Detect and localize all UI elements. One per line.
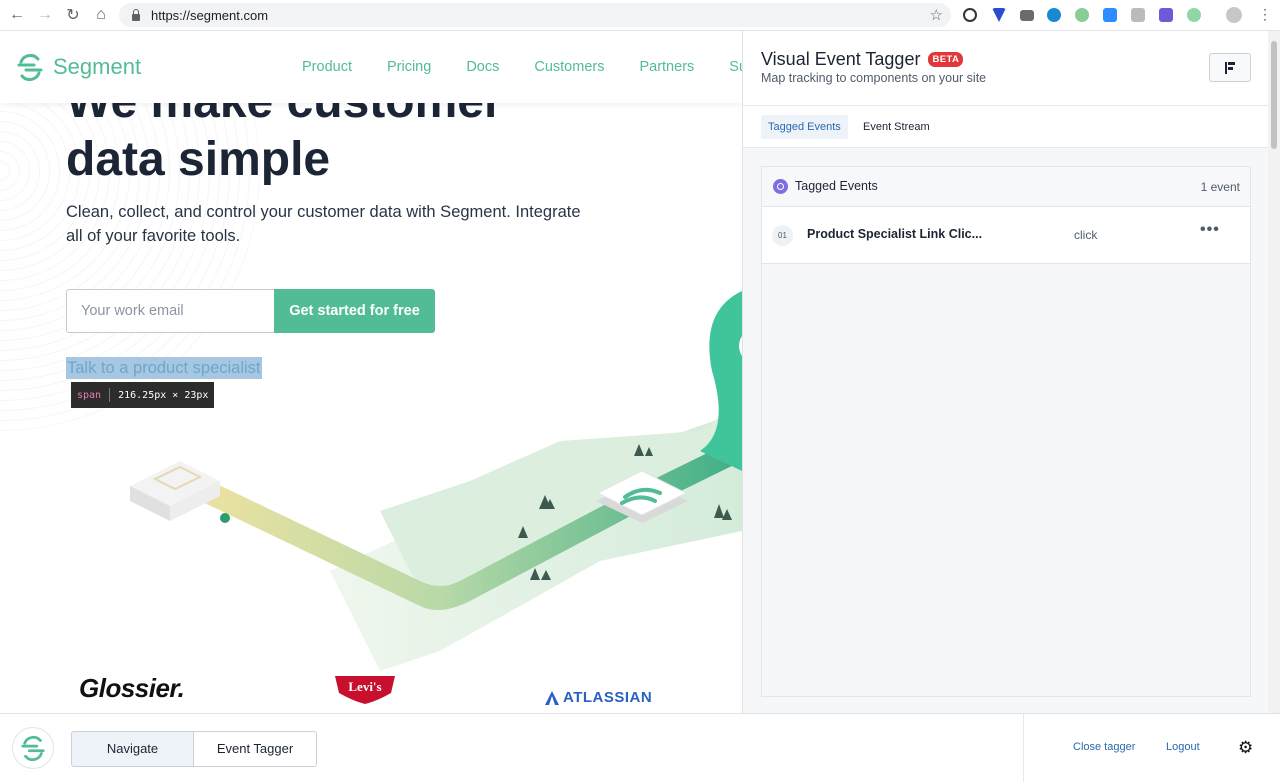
gear-icon[interactable]: ⚙ xyxy=(1238,738,1253,758)
nav-customers[interactable]: Customers xyxy=(534,59,604,75)
logout-link[interactable]: Logout xyxy=(1166,741,1200,753)
levis-logo: Levi's xyxy=(335,676,395,704)
nav-pricing[interactable]: Pricing xyxy=(387,59,431,75)
event-type: click xyxy=(1074,228,1098,242)
navigate-mode-button[interactable]: Navigate xyxy=(71,731,194,767)
tagged-events-card-header: Tagged Events 1 event xyxy=(762,167,1250,207)
target-icon xyxy=(773,179,788,194)
tagged-events-card: Tagged Events 1 event 01 Product Special… xyxy=(761,166,1251,697)
lock-icon xyxy=(131,9,141,21)
inspect-tooltip: span 216.25px × 23px xyxy=(71,382,215,408)
close-tagger-link[interactable]: Close tagger xyxy=(1073,741,1135,753)
email-input[interactable] xyxy=(66,289,274,333)
extension-grey-icon[interactable] xyxy=(1131,8,1145,22)
tagger-header: Visual Event Tagger BETA Map tracking to… xyxy=(743,31,1269,106)
scrollbar-thumb[interactable] xyxy=(1271,41,1277,149)
reload-icon[interactable]: ↻ xyxy=(59,1,87,29)
source-box xyxy=(130,461,220,521)
segment-logo-icon xyxy=(21,735,45,761)
hero-subtitle: Clean, collect, and control your custome… xyxy=(66,203,581,245)
segment-logo-icon xyxy=(17,54,43,81)
atlassian-mark-icon xyxy=(545,690,559,705)
site-nav: Product Pricing Docs Customers Partners … xyxy=(302,59,742,75)
extension-camera-icon[interactable] xyxy=(1020,10,1034,21)
bottom-divider xyxy=(1023,714,1024,782)
atlassian-logo: ATLASSIAN xyxy=(545,689,652,706)
panel-layout-toggle-button[interactable] xyxy=(1209,53,1251,82)
nav-support[interactable]: Su xyxy=(729,59,742,75)
segment-logo[interactable]: Segment xyxy=(16,53,141,81)
bookmark-star-icon[interactable]: ☆ xyxy=(930,6,943,24)
extension-info-icon[interactable] xyxy=(963,8,977,22)
event-number-badge: 01 xyxy=(772,225,793,246)
segment-bottom-logo[interactable] xyxy=(12,727,54,769)
back-icon[interactable]: ← xyxy=(3,1,31,29)
nav-product[interactable]: Product xyxy=(302,59,352,75)
event-count: 1 event xyxy=(1200,180,1240,194)
event-tagger-mode-button[interactable]: Event Tagger xyxy=(193,731,317,767)
extension-zoom-icon[interactable] xyxy=(1103,8,1117,22)
tagger-panel: Visual Event Tagger BETA Map tracking to… xyxy=(742,31,1269,713)
url-text: https://segment.com xyxy=(151,7,269,23)
tagger-tabs: Tagged Events Event Stream xyxy=(743,106,1269,148)
tab-event-stream[interactable]: Event Stream xyxy=(856,115,937,139)
nav-partners[interactable]: Partners xyxy=(639,59,694,75)
event-name: Product Specialist Link Clic... xyxy=(807,227,983,241)
website-viewport: Segment Product Pricing Docs Customers P… xyxy=(0,31,742,713)
layout-icon xyxy=(1225,62,1227,74)
more-options-icon[interactable]: ••• xyxy=(1200,221,1220,239)
beta-badge: BETA xyxy=(928,52,964,67)
browser-toolbar: ← → ↻ ⌂ https://segment.com ☆ ⋮ xyxy=(0,0,1280,31)
tagger-title: Visual Event Tagger BETA xyxy=(761,49,964,70)
home-icon[interactable]: ⌂ xyxy=(87,1,115,29)
profile-avatar[interactable] xyxy=(1226,7,1242,23)
segment-wordmark: Segment xyxy=(53,54,142,79)
event-row[interactable]: 01 Product Specialist Link Clic... click… xyxy=(762,207,1250,264)
forward-icon[interactable]: → xyxy=(31,1,59,29)
tooltip-size: 216.25px × 23px xyxy=(118,389,209,401)
get-started-button[interactable]: Get started for free xyxy=(274,289,435,333)
card-title: Tagged Events xyxy=(795,179,878,193)
address-bar[interactable]: https://segment.com ☆ xyxy=(119,3,951,27)
site-header: Segment Product Pricing Docs Customers P… xyxy=(0,31,742,103)
extension-circle-icon[interactable] xyxy=(1047,8,1061,22)
extension-segment-icon[interactable] xyxy=(1187,8,1201,22)
tagger-subtitle: Map tracking to components on your site xyxy=(761,71,987,85)
extension-v-icon[interactable] xyxy=(992,8,1006,22)
tagger-bottom-bar: Navigate Event Tagger Close tagger Logou… xyxy=(0,713,1280,782)
browser-menu-icon[interactable]: ⋮ xyxy=(1258,6,1272,23)
hero-title-line2: data simple xyxy=(66,133,331,186)
tooltip-tag: span xyxy=(77,389,102,401)
tagger-title-text: Visual Event Tagger xyxy=(761,49,921,69)
extension-search-icon[interactable] xyxy=(1075,8,1089,22)
layout-icon-bar xyxy=(1228,67,1233,70)
extension-purple-icon[interactable] xyxy=(1159,8,1173,22)
customer-logos: Glossier. Levi's ATLASSIAN xyxy=(0,667,742,713)
layout-icon-bar xyxy=(1228,62,1235,65)
page-scrollbar[interactable] xyxy=(1268,31,1280,713)
talk-to-specialist-link[interactable]: Talk to a product specialist xyxy=(66,357,262,379)
levis-wordmark: Levi's xyxy=(348,679,381,694)
tab-tagged-events[interactable]: Tagged Events xyxy=(761,115,848,139)
tooltip-separator xyxy=(109,388,111,402)
glossier-logo: Glossier. xyxy=(79,673,185,703)
atlassian-wordmark: ATLASSIAN xyxy=(563,689,653,706)
nav-docs[interactable]: Docs xyxy=(466,59,499,75)
